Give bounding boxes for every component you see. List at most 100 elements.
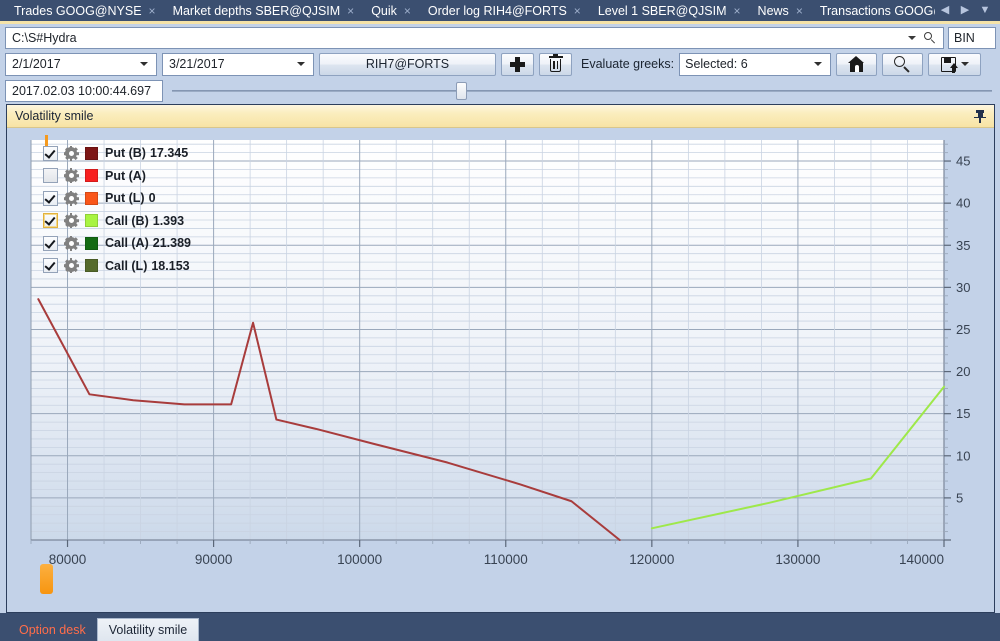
top-tab[interactable]: News × <box>752 0 814 21</box>
tab-next-icon[interactable]: ▶ <box>955 5 975 16</box>
gear-icon[interactable] <box>63 168 79 184</box>
gear-icon[interactable] <box>63 213 79 229</box>
close-icon[interactable]: × <box>796 5 811 17</box>
legend-series-name: Put (A) <box>105 168 146 183</box>
legend-row[interactable]: Call (B) 1.393 <box>43 210 191 233</box>
legend-row[interactable]: Put (A) <box>43 165 191 188</box>
time-row: 2017.02.03 10:00:44.697 <box>0 78 1000 104</box>
close-icon[interactable]: × <box>347 5 362 17</box>
gear-icon[interactable] <box>63 190 79 206</box>
check-icon <box>44 191 56 204</box>
security-button[interactable]: RIH7@FORTS <box>319 52 496 76</box>
legend-series-value: 1.393 <box>152 213 185 228</box>
top-tab-label: Order log RIH4@FORTS <box>427 3 567 18</box>
close-icon[interactable]: × <box>574 5 589 17</box>
plus-icon <box>510 56 525 72</box>
legend-color-swatch <box>85 191 98 205</box>
tab-navigation: ◀ ▶ ▼ <box>935 0 1000 21</box>
legend-color-swatch <box>85 146 98 160</box>
svg-text:90000: 90000 <box>195 552 233 567</box>
close-icon[interactable]: × <box>149 5 164 17</box>
chevron-down-icon[interactable] <box>908 35 916 40</box>
top-tab[interactable]: Transactions GOOG@NYSE <box>814 0 935 21</box>
greeks-value: Selected: 6 <box>685 57 748 71</box>
pin-icon[interactable] <box>974 109 986 123</box>
top-tab[interactable]: Quik × <box>365 0 422 21</box>
home-button[interactable] <box>836 52 878 76</box>
top-tab-label: Transactions GOOG@NYSE <box>819 3 935 18</box>
chevron-down-icon[interactable] <box>140 62 148 66</box>
time-slider[interactable] <box>172 80 992 102</box>
top-tab-label: Market depths SBER@QJSIM <box>172 3 341 18</box>
legend-checkbox[interactable] <box>43 168 58 184</box>
legend-checkbox[interactable] <box>43 145 58 161</box>
path-value: C:\S#Hydra <box>12 30 77 45</box>
bottom-tab[interactable]: Volatility smile <box>96 618 200 641</box>
legend-text: Call (A) 21.389 <box>105 236 191 250</box>
chevron-down-icon[interactable] <box>814 62 823 66</box>
search-button[interactable] <box>882 52 924 76</box>
greeks-select[interactable]: Selected: 6 <box>679 52 832 76</box>
check-icon <box>44 236 56 249</box>
date-to-field[interactable]: 3/21/2017 <box>162 52 314 76</box>
search-icon[interactable] <box>923 31 937 45</box>
legend-color-swatch <box>85 259 98 273</box>
trash-icon <box>548 54 563 72</box>
bottom-tab-bar: Option desk Volatility smile <box>0 613 1000 641</box>
legend-checkbox[interactable] <box>43 213 58 229</box>
time-slider-track <box>172 90 992 92</box>
svg-text:110000: 110000 <box>484 552 528 567</box>
top-tab-label: News <box>757 3 789 18</box>
evaluate-greeks-label: Evaluate greeks: <box>581 57 675 71</box>
legend-checkbox[interactable] <box>43 258 58 274</box>
close-icon[interactable]: × <box>734 5 749 17</box>
date-from-value: 2/1/2017 <box>12 57 61 71</box>
tab-prev-icon[interactable]: ◀ <box>935 5 955 16</box>
path-input[interactable]: C:\S#Hydra <box>5 26 944 49</box>
chevron-down-icon[interactable] <box>960 62 969 66</box>
bin-value: BIN <box>954 30 975 45</box>
volatility-smile-panel: Volatility smile 5 10 15 20 25 30 35 40 45 80000 9… <box>6 104 995 613</box>
add-button[interactable] <box>501 52 534 76</box>
svg-text:5: 5 <box>956 490 963 505</box>
legend-checkbox[interactable] <box>43 235 58 251</box>
close-icon[interactable]: × <box>404 5 419 17</box>
top-tab-bar: Trades GOOG@NYSE × Market depths SBER@QJSI… <box>0 0 1000 24</box>
legend-series-name: Put (L) <box>105 191 145 206</box>
gear-icon[interactable] <box>63 235 79 251</box>
date-from-field[interactable]: 2/1/2017 <box>5 52 157 76</box>
legend-text: Put (A) <box>105 169 146 183</box>
gear-icon[interactable] <box>63 258 79 274</box>
top-tab[interactable]: Trades GOOG@NYSE × <box>8 0 167 21</box>
panel-title: Volatility smile <box>15 109 94 123</box>
svg-text:100000: 100000 <box>337 552 382 567</box>
chevron-down-icon[interactable] <box>297 62 305 66</box>
chart-range-handle[interactable] <box>40 564 53 594</box>
legend-text: Call (L) 18.153 <box>105 259 190 273</box>
legend-row[interactable]: Call (L) 18.153 <box>43 255 191 278</box>
tab-list-icon[interactable]: ▼ <box>975 5 995 16</box>
legend-row[interactable]: Call (A) 21.389 <box>43 232 191 255</box>
top-tab[interactable]: Order log RIH4@FORTS × <box>422 0 592 21</box>
bin-select[interactable]: BIN <box>948 26 996 49</box>
svg-text:10: 10 <box>956 448 970 463</box>
legend-color-swatch <box>85 169 98 183</box>
svg-text:30: 30 <box>956 280 970 295</box>
top-tab-label: Level 1 SBER@QJSIM <box>597 3 727 18</box>
delete-button[interactable] <box>539 52 572 76</box>
chart-area[interactable]: 5 10 15 20 25 30 35 40 45 80000 90000 100000 110000 1… <box>7 128 994 612</box>
legend-row[interactable]: Put (L) 0 <box>43 187 191 210</box>
timestamp-field[interactable]: 2017.02.03 10:00:44.697 <box>5 80 163 102</box>
path-row: C:\S#Hydra BIN <box>0 24 1000 50</box>
legend-text: Call (B) 1.393 <box>105 214 184 228</box>
bottom-tab[interactable]: Option desk <box>8 618 97 641</box>
legend-row[interactable]: Put (B) 17.345 <box>43 142 191 165</box>
legend-text: Put (L) 0 <box>105 191 156 205</box>
gear-icon[interactable] <box>63 145 79 161</box>
top-tab[interactable]: Level 1 SBER@QJSIM × <box>592 0 752 21</box>
time-slider-thumb[interactable] <box>456 82 467 100</box>
legend-checkbox[interactable] <box>43 190 58 206</box>
top-tab[interactable]: Market depths SBER@QJSIM × <box>167 0 366 21</box>
save-button[interactable] <box>928 52 982 76</box>
svg-text:15: 15 <box>956 406 970 421</box>
